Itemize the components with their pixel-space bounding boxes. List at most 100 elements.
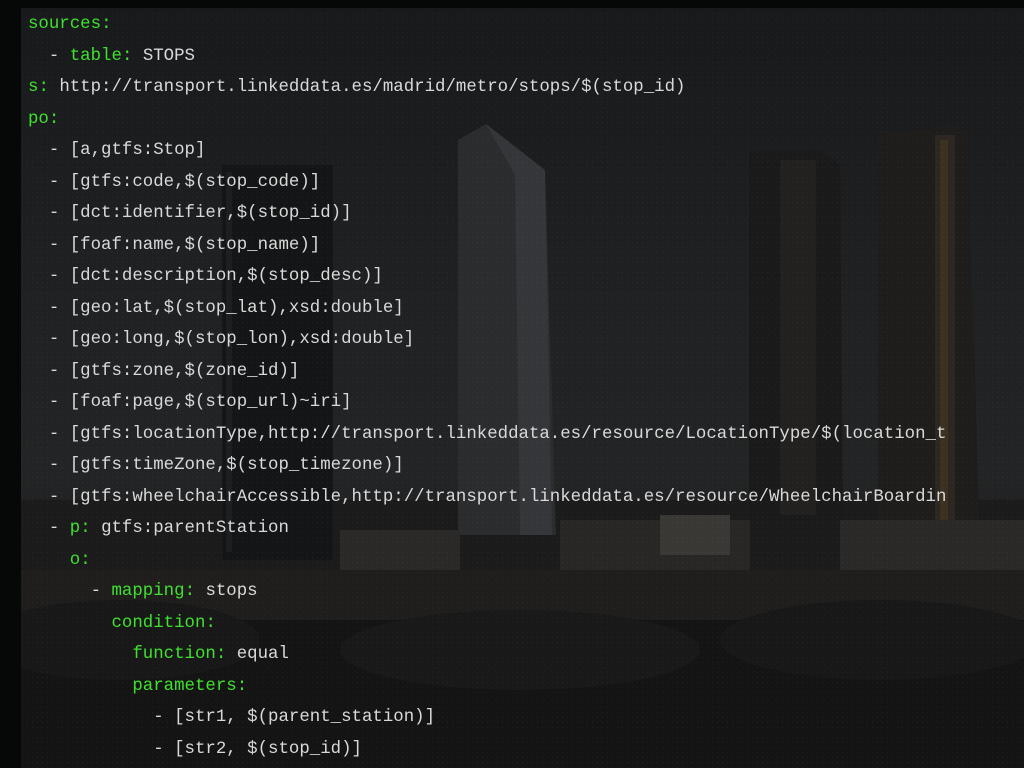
code-line: - [gtfs:code,$(stop_code)] — [28, 167, 946, 199]
list-dash: - — [48, 330, 70, 349]
code-line: - [gtfs:timeZone,$(stop_timezone)] — [28, 450, 946, 482]
list-dash: - — [153, 739, 175, 759]
yaml-colon: : — [80, 519, 102, 538]
yaml-colon: : — [38, 78, 60, 97]
code-line: - [gtfs:locationType,http://transport.li… — [28, 419, 947, 451]
yaml-key: table — [69, 46, 122, 66]
list-dash: - — [48, 235, 70, 255]
code-line: - [str2, $(stop_id)] — [28, 734, 946, 766]
yaml-colon: : — [101, 15, 112, 34]
list-dash: - — [48, 393, 70, 412]
code-line: - [foaf:name,$(stop_name)] — [28, 230, 946, 262]
code-line: - [geo:lat,$(stop_lat),xsd:double] — [28, 293, 946, 325]
yaml-value: [a,gtfs:Stop] — [69, 141, 206, 160]
list-dash: - — [48, 267, 70, 286]
code-line: po: — [28, 104, 946, 136]
list-dash: - — [48, 172, 70, 192]
list-dash: - — [48, 456, 70, 475]
list-dash: - — [48, 519, 70, 538]
yaml-value: [foaf:name,$(stop_name)] — [69, 235, 321, 255]
wallpaper-screen: sources: - table: STOPS s: http://transpo… — [0, 0, 1024, 768]
yaml-value: http://transport.linkeddata.es/madrid/me… — [59, 78, 686, 97]
yaml-key: p — [69, 519, 81, 538]
code-line: function: equal — [28, 639, 946, 671]
code-line: - [geo:long,$(stop_lon),xsd:double] — [28, 324, 946, 356]
list-dash: - — [48, 46, 70, 66]
yaml-key: o — [69, 550, 81, 570]
yaml-value: [geo:long,$(stop_lon),xsd:double] — [69, 330, 415, 349]
yaml-value: [foaf:page,$(stop_url)~iri] — [69, 393, 352, 412]
yaml-value: [gtfs:zone,$(zone_id)] — [69, 361, 300, 381]
code-line: - [dct:identifier,$(stop_id)] — [28, 198, 946, 230]
yaml-colon: : — [48, 109, 60, 129]
code-line: - mapping: stops — [28, 576, 946, 608]
code-line: s: http://transport.linkeddata.es/madrid… — [28, 72, 946, 104]
code-line: - [foaf:page,$(stop_url)~iri] — [28, 387, 946, 419]
yaml-value: [str1, $(parent_station)] — [174, 708, 436, 727]
code-line: parameters: — [28, 671, 946, 703]
list-dash: - — [153, 708, 175, 727]
code-line: - [str1, $(parent_station)] — [28, 702, 946, 734]
yaml-key: condition — [111, 613, 206, 633]
yaml-colon: : — [205, 613, 216, 633]
list-dash: - — [48, 141, 70, 160]
yaml-value: STOPS — [142, 46, 195, 66]
yaml-value: equal — [236, 645, 289, 664]
yaml-key: mapping — [111, 582, 185, 601]
list-dash: - — [90, 582, 112, 601]
yaml-key: parameters — [132, 676, 237, 696]
yaml-value: [str2, $(stop_id)] — [174, 739, 362, 759]
code-line: - [gtfs:wheelchairAccessible,http://tran… — [28, 482, 947, 514]
list-dash: - — [48, 361, 70, 381]
yaml-code-block: sources: - table: STOPS s: http://transpo… — [28, 9, 946, 765]
left-dark-strip — [0, 0, 21, 768]
list-dash: - — [48, 487, 70, 507]
yaml-colon: : — [121, 46, 143, 66]
yaml-value: [dct:description,$(stop_desc)] — [69, 267, 383, 286]
yaml-value: [gtfs:locationType,http://transport.link… — [69, 424, 947, 444]
code-line: - p: gtfs:parentStation — [28, 513, 946, 545]
list-dash: - — [48, 424, 70, 444]
yaml-value: [dct:identifier,$(stop_id)] — [69, 204, 352, 223]
yaml-value: gtfs:parentStation — [101, 519, 289, 538]
yaml-colon: : — [236, 676, 248, 696]
yaml-colon: : — [184, 582, 206, 601]
list-dash: - — [48, 204, 70, 223]
yaml-value: [gtfs:code,$(stop_code)] — [69, 172, 321, 192]
code-line: o: — [28, 545, 946, 577]
yaml-key: po — [28, 109, 49, 129]
yaml-key: function — [132, 645, 216, 664]
yaml-value: [gtfs:timeZone,$(stop_timezone)] — [69, 456, 404, 475]
yaml-value: [geo:lat,$(stop_lat),xsd:double] — [69, 298, 404, 318]
yaml-value: stops — [205, 582, 258, 601]
yaml-key: sources — [28, 15, 102, 34]
code-line: condition: — [28, 608, 946, 640]
yaml-colon: : — [80, 550, 91, 570]
yaml-value: [gtfs:wheelchairAccessible,http://transp… — [69, 487, 947, 507]
code-line: sources: — [28, 9, 946, 41]
code-line: - table: STOPS — [28, 41, 946, 73]
yaml-colon: : — [215, 645, 237, 664]
list-dash: - — [48, 298, 70, 318]
top-dark-strip — [0, 0, 1024, 8]
